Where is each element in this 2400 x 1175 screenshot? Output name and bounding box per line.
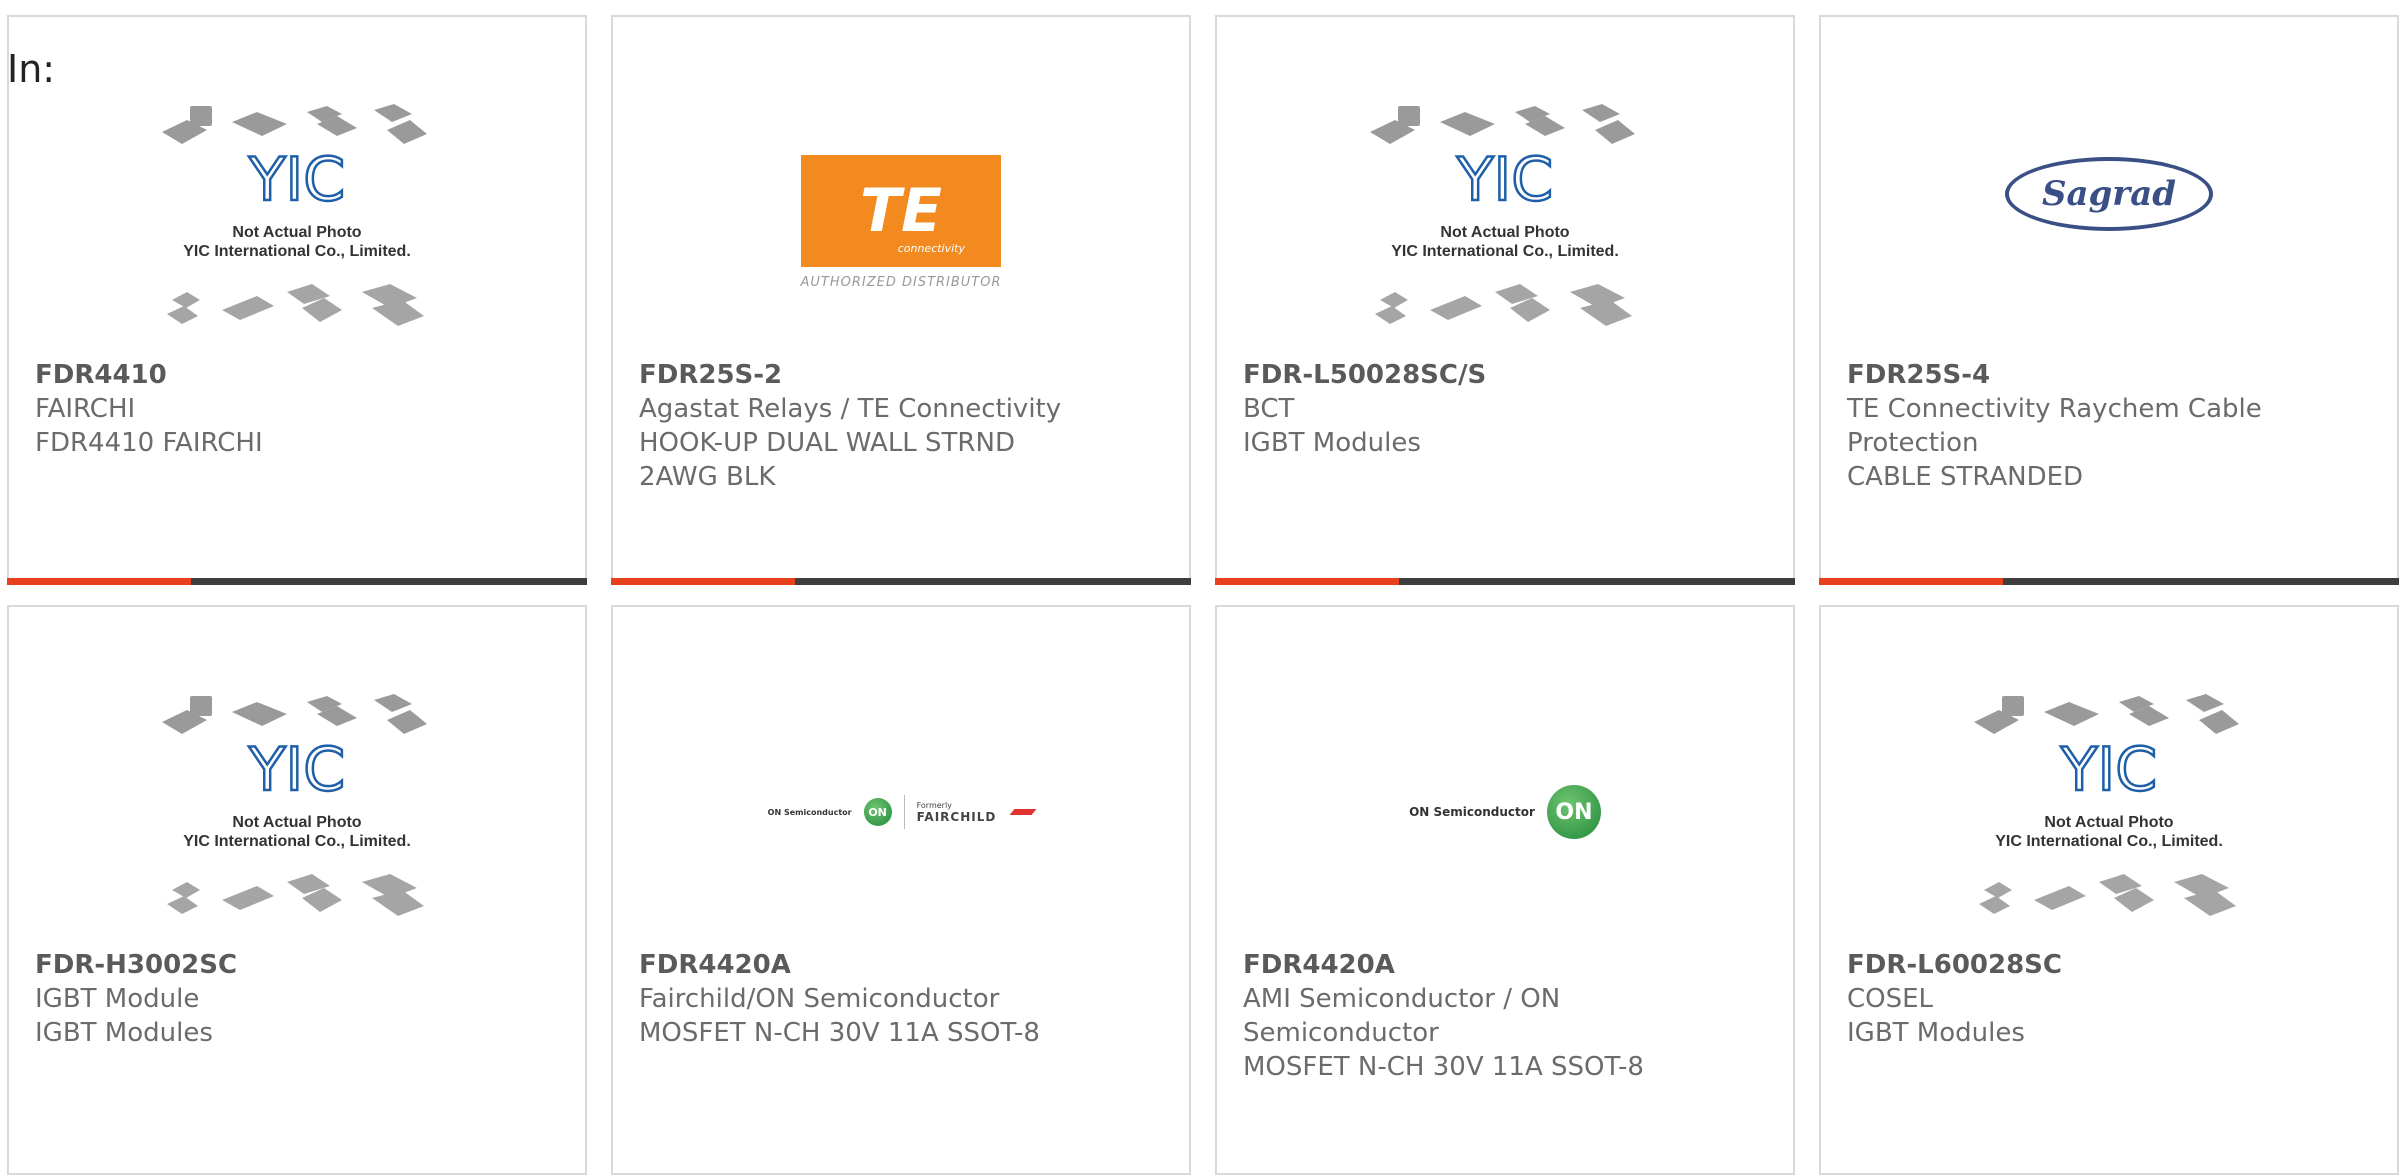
fairchild-logo: Formerly FAIRCHILD [917,801,997,824]
card-footer-bar [611,578,1191,585]
te-distributor-text: AUTHORIZED DISTRIBUTOR [800,274,1002,290]
product-card[interactable]: YIC Not Actual Photo YIC International C… [7,15,587,585]
te-logo-box: TE connectivity [801,154,1001,267]
part-number[interactable]: FDR-L50028SC/S [1243,358,1767,392]
placeholder-line-2: YIC International Co., Limited. [1995,833,2223,850]
product-image: YIC Not Actual Photo YIC International C… [1217,77,1793,367]
part-number[interactable]: FDR4420A [1243,948,1767,982]
product-info: FDR-L60028SC COSEL IGBT Modules [1847,948,2371,1050]
product-image: TE connectivity AUTHORIZED DISTRIBUTOR [613,77,1189,367]
product-info: FDR25S-2 Agastat Relays / TE Connectivit… [639,358,1163,494]
logo-divider [903,795,905,829]
product-info: FDR25S-4 TE Connectivity Raychem Cable P… [1847,358,2371,494]
card-accent [7,578,191,585]
placeholder-line-1: Not Actual Photo [232,224,361,241]
product-image: ON Semiconductor ON Formerly FAIRCHILD [613,667,1189,957]
on-semi-text: ON Semiconductor [1409,805,1535,819]
manufacturer-continued: Semiconductor [1243,1018,1439,1048]
description: MOSFET N-CH 30V 11A SSOT-8 [639,1018,1040,1048]
placeholder-line-1: Not Actual Photo [232,814,361,831]
description: 2AWG BLK [639,462,776,492]
product-grid: YIC Not Actual Photo YIC International C… [7,15,2399,1175]
fairchild-slash [1009,809,1037,815]
on-semi-text: ON Semiconductor [767,807,852,817]
part-number[interactable]: FDR-H3002SC [35,948,559,982]
product-info: FDR4420A Fairchild/ON Semiconductor MOSF… [639,948,1163,1050]
on-semi-logo: ON Semiconductor ON [1409,785,1601,839]
part-number[interactable]: FDR25S-4 [1847,358,2371,392]
part-number[interactable]: FDR4410 [35,358,559,392]
description: IGBT Modules [1847,1018,2025,1048]
product-card[interactable]: ON Semiconductor ON Formerly FAIRCHILD F… [611,605,1191,1175]
product-info: FDR-H3002SC IGBT Module IGBT Modules [35,948,559,1050]
product-info: FDR-L50028SC/S BCT IGBT Modules [1243,358,1767,460]
manufacturer-continued: Protection [1847,428,1979,458]
description: MOSFET N-CH 30V 11A SSOT-8 [1243,1052,1644,1082]
yic-placeholder-image: YIC Not Actual Photo YIC International C… [1370,104,1635,326]
card-accent [611,578,795,585]
placeholder-line-1: Not Actual Photo [2044,814,2173,831]
yic-placeholder-image: YIC Not Actual Photo YIC International C… [162,694,427,916]
product-card[interactable]: TE connectivity AUTHORIZED DISTRIBUTOR F… [611,15,1191,585]
manufacturer: TE Connectivity Raychem Cable [1847,394,2262,424]
description: CABLE STRANDED [1847,462,2084,492]
product-image: Sagrad [1821,77,2397,367]
card-footer-bar [7,578,587,585]
manufacturer: Fairchild/ON Semiconductor [639,984,1000,1014]
yic-logo-mark: YIC [1456,145,1553,215]
description: IGBT Modules [35,1018,213,1048]
card-footer-bar [1215,578,1795,585]
on-fairchild-logo: ON Semiconductor ON Formerly FAIRCHILD [767,795,1037,829]
manufacturer: COSEL [1847,984,1934,1014]
placeholder-line-2: YIC International Co., Limited. [1391,243,1619,260]
manufacturer: Agastat Relays / TE Connectivity [639,394,1062,424]
te-mark: TE [860,175,942,246]
product-info: FDR4420A AMI Semiconductor / ON Semicond… [1243,948,1767,1084]
placeholder-line-2: YIC International Co., Limited. [183,833,411,850]
manufacturer: AMI Semiconductor / ON [1243,984,1561,1014]
product-image: YIC Not Actual Photo YIC International C… [9,77,585,367]
yic-placeholder-image: YIC Not Actual Photo YIC International C… [162,104,427,326]
in-label: In: [7,47,56,91]
product-image: ON Semiconductor ON [1217,667,1793,957]
yic-placeholder-image: YIC Not Actual Photo YIC International C… [1974,694,2239,916]
manufacturer: BCT [1243,394,1295,424]
card-accent [1819,578,2003,585]
product-card[interactable]: YIC Not Actual Photo YIC International C… [7,605,587,1175]
yic-logo-mark: YIC [2060,735,2157,805]
te-connectivity-logo: TE connectivity AUTHORIZED DISTRIBUTOR [800,154,1002,290]
description: IGBT Modules [1243,428,1421,458]
te-sub: connectivity [897,241,965,255]
yic-logo-mark: YIC [248,145,345,215]
on-logo-mark: ON [863,798,892,826]
placeholder-line-1: Not Actual Photo [1440,224,1569,241]
part-number[interactable]: FDR-L60028SC [1847,948,2371,982]
fairchild-formerly: Formerly [916,800,952,810]
placeholder-line-2: YIC International Co., Limited. [183,243,411,260]
card-accent [1215,578,1399,585]
product-info: FDR4410 FAIRCHI FDR4410 FAIRCHI [35,358,559,460]
manufacturer: IGBT Module [35,984,200,1014]
manufacturer: FAIRCHI [35,394,136,424]
fairchild-name: FAIRCHILD [916,809,997,824]
part-number[interactable]: FDR4420A [639,948,1163,982]
description: HOOK-UP DUAL WALL STRND [639,428,1015,458]
product-card[interactable]: ON Semiconductor ON FDR4420A AMI Semicon… [1215,605,1795,1175]
card-footer-bar [1819,578,2399,585]
product-image: YIC Not Actual Photo YIC International C… [9,667,585,957]
on-logo-mark: ON [1546,785,1601,839]
product-card[interactable]: Sagrad FDR25S-4 TE Connectivity Raychem … [1819,15,2399,585]
description: FDR4410 FAIRCHI [35,428,263,458]
product-card[interactable]: YIC Not Actual Photo YIC International C… [1819,605,2399,1175]
yic-logo-mark: YIC [248,735,345,805]
product-card[interactable]: YIC Not Actual Photo YIC International C… [1215,15,1795,585]
part-number[interactable]: FDR25S-2 [639,358,1163,392]
sagrad-logo: Sagrad [2005,157,2213,231]
product-image: YIC Not Actual Photo YIC International C… [1821,667,2397,957]
